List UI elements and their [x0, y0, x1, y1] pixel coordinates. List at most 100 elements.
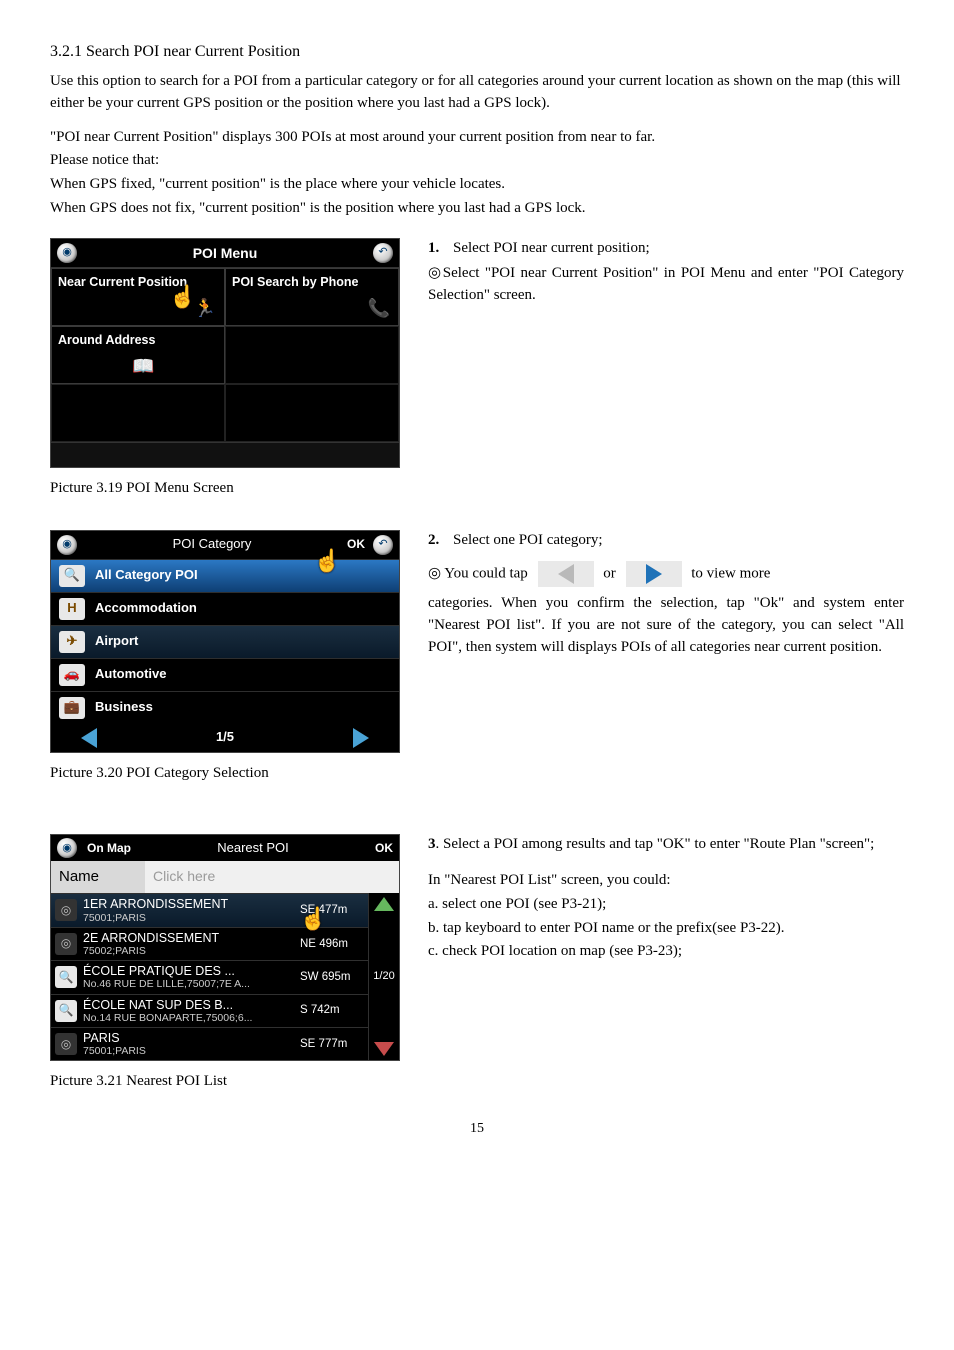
poi-menu-around-address[interactable]: Around Address 📖: [51, 326, 225, 384]
name-input[interactable]: Click here: [145, 861, 399, 893]
step3-c: c. check POI location on map (see P3-23)…: [428, 941, 904, 963]
ok-button[interactable]: OK: [347, 536, 365, 553]
poi-row-0[interactable]: ◎ 1ER ARRONDISSEMENT75001;PARIS SE 477m: [51, 893, 368, 926]
cat-airport-label: Airport: [95, 632, 138, 651]
chevron-right-icon: [646, 564, 662, 584]
poi-row-2-dist: 695m: [322, 971, 351, 983]
step1-text: Select POI near current position;: [453, 240, 650, 256]
target-icon: ◎: [55, 899, 77, 921]
step2b-mid: or: [603, 566, 616, 582]
back-icon[interactable]: ↶: [373, 243, 393, 263]
list-page-indicator: 1/20: [373, 969, 394, 985]
poi-menu-near-current-label: Near Current Position: [58, 275, 187, 289]
caption-poi-category: Picture 3.20 POI Category Selection: [50, 763, 400, 785]
poi-row-1-dir: NE: [300, 938, 316, 950]
prev-arrow-inline: [538, 561, 594, 587]
poi-row-1[interactable]: ◎ 2E ARRONDISSEMENT75002;PARIS NE 496m: [51, 927, 368, 960]
caption-nearest-poi: Picture 3.21 Nearest POI List: [50, 1071, 400, 1093]
step3: 3. Select a POI among results and tap "O…: [428, 834, 904, 856]
poi-row-1-sub: 75002;PARIS: [83, 945, 294, 957]
phone-icon: 📞: [368, 295, 390, 321]
cat-accommodation-label: Accommodation: [95, 599, 197, 618]
poi-menu-search-phone-label: POI Search by Phone: [232, 275, 358, 289]
magnifier-icon: 🔍: [55, 966, 77, 988]
poi-row-4-dist: 777m: [319, 1038, 348, 1050]
poi-row-3-dist: 742m: [311, 1004, 340, 1016]
para-note2: Please notice that:: [50, 150, 904, 172]
cat-business-label: Business: [95, 698, 153, 717]
cat-all-category[interactable]: 🔍 All Category POI: [51, 559, 399, 592]
poi-row-0-dist: 477m: [319, 904, 348, 916]
step3-text: . Select a POI among results and tap "OK…: [436, 836, 875, 852]
poi-row-3-sub: No.14 RUE BONAPARTE,75006;6...: [83, 1012, 294, 1024]
gps-icon: ◉: [57, 838, 77, 858]
scroll-down-button[interactable]: [374, 1042, 394, 1056]
poi-menu-empty2: [51, 384, 225, 442]
step2-text: Select one POI category;: [453, 532, 603, 548]
scroll-up-button[interactable]: [374, 897, 394, 911]
poi-category-title: POI Category: [173, 535, 252, 554]
cat-airport[interactable]: ✈ Airport: [51, 625, 399, 658]
step3-intro: In "Nearest POI List" screen, you could:: [428, 870, 904, 892]
poi-category-screenshot: ◉ POI Category OK ↶ 🔍 All Category POI H…: [50, 530, 400, 753]
step2-detail: categories. When you confirm the selecti…: [428, 593, 904, 658]
para-note3: When GPS fixed, "current position" is th…: [50, 174, 904, 196]
addressbook-icon: 📖: [132, 353, 154, 379]
section-heading: 3.2.1 Search POI near Current Position: [50, 40, 904, 63]
step1-detail: ◎Select "POI near Current Position" in P…: [428, 263, 904, 307]
poi-row-4-name: PARIS: [83, 1031, 294, 1045]
poi-menu-near-current[interactable]: Near Current Position 🏃: [51, 268, 225, 326]
caption-poi-menu: Picture 3.19 POI Menu Screen: [50, 478, 400, 500]
poi-row-1-dist: 496m: [319, 938, 348, 950]
target-icon: ◎: [55, 933, 77, 955]
poi-menu-empty: [225, 326, 399, 384]
poi-row-4[interactable]: ◎ PARIS75001;PARIS SE 777m: [51, 1027, 368, 1060]
prev-page-button[interactable]: [81, 728, 97, 748]
briefcase-icon: 💼: [59, 697, 85, 719]
running-icon: 🏃: [194, 295, 216, 321]
poi-menu-search-phone[interactable]: POI Search by Phone 📞: [225, 268, 399, 326]
para-note4: When GPS does not fix, "current position…: [50, 198, 904, 220]
step2b-post: to view more: [691, 566, 770, 582]
step3-a: a. select one POI (see P3-21);: [428, 894, 904, 916]
poi-row-2-name: ÉCOLE PRATIQUE DES ...: [83, 964, 294, 978]
cat-accommodation[interactable]: H Accommodation: [51, 592, 399, 625]
step1: 1. Select POI near current position;: [428, 238, 904, 260]
step3-num: 3: [428, 836, 436, 852]
name-field-label: Name: [51, 861, 145, 893]
poi-row-1-name: 2E ARRONDISSEMENT: [83, 931, 294, 945]
ok-button[interactable]: OK: [375, 840, 393, 857]
poi-menu-footer: [51, 442, 399, 467]
poi-row-2[interactable]: 🔍 ÉCOLE PRATIQUE DES ...No.46 RUE DE LIL…: [51, 960, 368, 993]
on-map-tab[interactable]: On Map: [87, 840, 131, 857]
step2-line2: ◎ You could tap or to view more: [428, 561, 904, 587]
poi-row-0-name: 1ER ARRONDISSEMENT: [83, 897, 294, 911]
cat-automotive-label: Automotive: [95, 665, 167, 684]
magnifier-icon: 🔍: [59, 565, 85, 587]
page-number: 15: [50, 1119, 904, 1139]
next-page-button[interactable]: [353, 728, 369, 748]
chevron-left-icon: [558, 564, 574, 584]
gps-icon: ◉: [57, 535, 77, 555]
step2-num: 2.: [428, 532, 439, 548]
magnifier-icon: 🔍: [55, 1000, 77, 1022]
poi-row-3-dir: S: [300, 1004, 308, 1016]
nearest-poi-screenshot: ◉ On Map Nearest POI OK Name Click here …: [50, 834, 400, 1061]
poi-menu-title: POI Menu: [193, 243, 258, 263]
para-note1: "POI near Current Position" displays 300…: [50, 127, 904, 149]
step2b-pre: ◎ You could tap: [428, 566, 528, 582]
page-indicator: 1/5: [216, 728, 234, 747]
step3-b: b. tap keyboard to enter POI name or the…: [428, 918, 904, 940]
poi-menu-around-address-label: Around Address: [58, 333, 155, 347]
cat-all-category-label: All Category POI: [95, 566, 198, 585]
cat-business[interactable]: 💼 Business: [51, 691, 399, 724]
step2: 2. Select one POI category;: [428, 530, 904, 552]
back-icon[interactable]: ↶: [373, 535, 393, 555]
para-intro: Use this option to search for a POI from…: [50, 71, 904, 115]
poi-row-4-sub: 75001;PARIS: [83, 1045, 294, 1057]
poi-row-0-sub: 75001;PARIS: [83, 912, 294, 924]
cat-automotive[interactable]: 🚗 Automotive: [51, 658, 399, 691]
poi-row-2-sub: No.46 RUE DE LILLE,75007;7E A...: [83, 978, 294, 990]
poi-row-3[interactable]: 🔍 ÉCOLE NAT SUP DES B...No.14 RUE BONAPA…: [51, 994, 368, 1027]
poi-menu-screenshot: ◉ POI Menu ↶ Near Current Position 🏃 POI…: [50, 238, 400, 468]
